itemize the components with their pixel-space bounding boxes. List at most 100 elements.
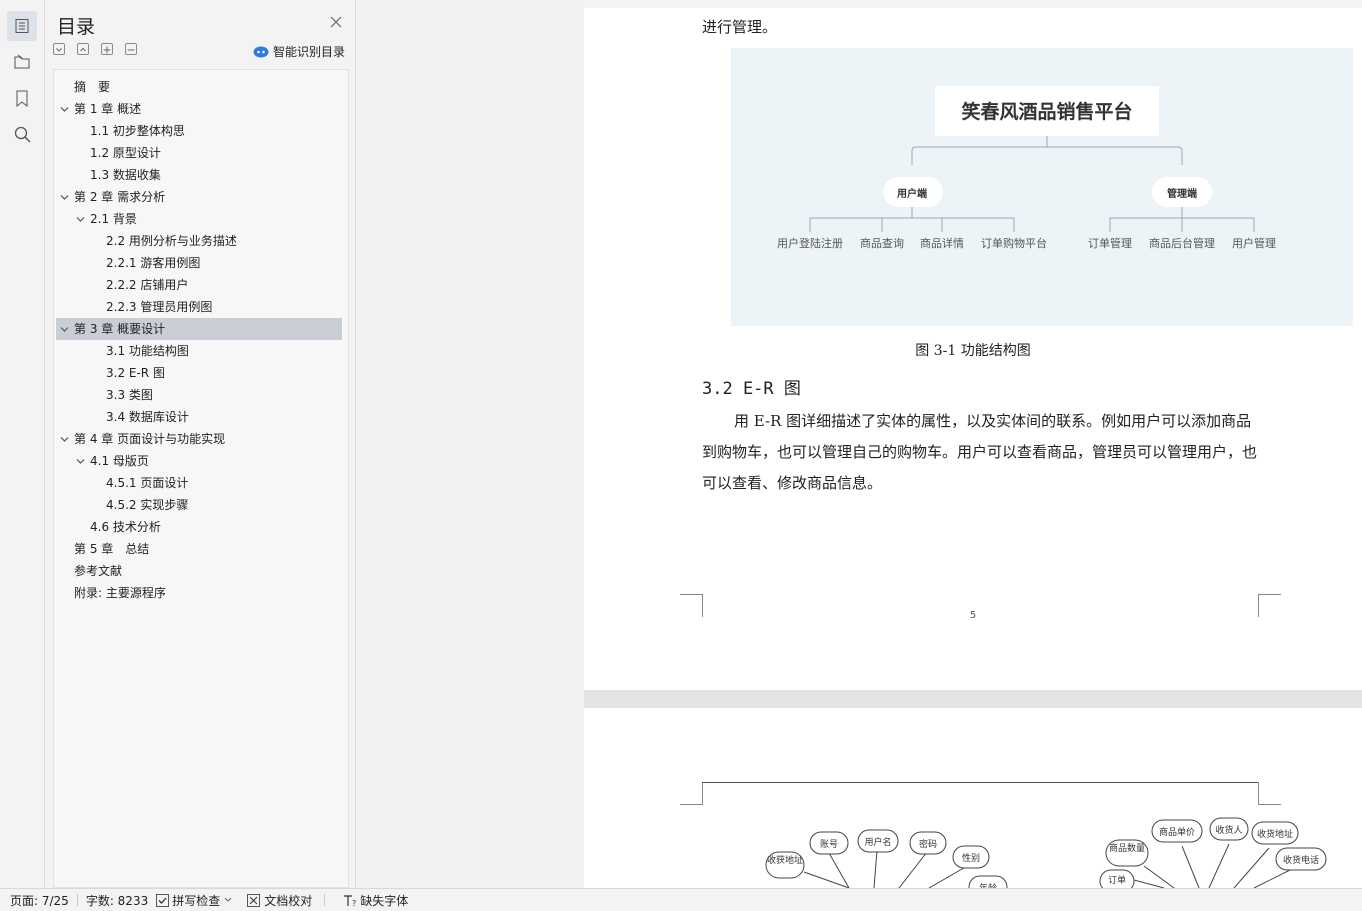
toc-entry[interactable]: 2.2 用例分析与业务描述 <box>56 230 342 252</box>
toc-entry[interactable]: 第 3 章 概要设计 <box>56 318 342 340</box>
toc-entry[interactable]: 参考文献 <box>56 560 342 582</box>
er-attribute-label: 密码 <box>919 838 937 850</box>
chevron-down-icon[interactable] <box>76 215 85 224</box>
toc-entry-label: 2.2.2 店铺用户 <box>106 278 189 292</box>
toc-entry-label: 第 4 章 页面设计与功能实现 <box>74 432 226 446</box>
toc-entry[interactable]: 4.5.1 页面设计 <box>56 472 342 494</box>
toc-entry-label: 1.3 数据收集 <box>90 168 161 182</box>
body-text-line: 进行管理。 <box>702 18 778 36</box>
toc-entry[interactable]: 摘 要 <box>56 76 342 98</box>
chevron-down-icon[interactable] <box>60 193 69 202</box>
er-attribute-label: 账号 <box>820 839 838 850</box>
figure-caption: 图 3-1 功能结构图 <box>915 343 1031 359</box>
spell-check-button[interactable]: 拼写检查 <box>156 892 233 909</box>
missing-font-button[interactable]: ? 缺失字体 <box>343 892 408 909</box>
toc-entry[interactable]: 第 1 章 概述 <box>56 98 342 120</box>
er-attribute-label: 订单 <box>1108 874 1126 886</box>
function-structure-figure: 笑春风酒品销售平台 用户端 管理端 用户登陆注册 商品查询 商品详情 订单购物平… <box>731 48 1353 326</box>
toc-entry[interactable]: 第 4 章 页面设计与功能实现 <box>56 428 342 450</box>
er-attribute-label: 收货电话 <box>1283 854 1319 866</box>
bookmark-button[interactable] <box>7 83 37 113</box>
er-attribute-label: 收货人 <box>1215 824 1242 836</box>
toc-entry-label: 3.3 类图 <box>106 388 153 402</box>
toc-entry[interactable]: 2.1 背景 <box>56 208 342 230</box>
toc-entry-label: 摘 要 <box>74 80 111 94</box>
add-entry-button[interactable] <box>101 43 113 55</box>
toc-entry-label: 4.5.1 页面设计 <box>106 476 189 490</box>
side-icon-rail <box>0 0 45 888</box>
toc-entry[interactable]: 第 2 章 需求分析 <box>56 186 342 208</box>
toc-entry-label: 2.2.1 游客用例图 <box>106 256 201 270</box>
toc-entry[interactable]: 附录: 主要源程序 <box>56 582 342 604</box>
search-button[interactable] <box>7 119 37 149</box>
toc-entry[interactable]: 2.2.1 游客用例图 <box>56 252 342 274</box>
er-attribute-label: 性别 <box>962 852 980 864</box>
toc-entry-label: 2.2 用例分析与业务描述 <box>106 234 237 248</box>
toc-entry[interactable]: 3.1 功能结构图 <box>56 340 342 362</box>
divider <box>324 894 326 906</box>
toc-entry[interactable]: 2.2.2 店铺用户 <box>56 274 342 296</box>
admin-leaf-label: 订单管理 <box>1088 236 1132 250</box>
chevron-down-icon[interactable] <box>60 105 69 114</box>
body-paragraph: 用 E-R 图详细描述了实体的属性，以及实体间的联系。例如用户可以添加商品到购物… <box>702 412 1258 492</box>
admin-leaf-label: 商品后台管理 <box>1149 236 1215 250</box>
toc-panel-button[interactable] <box>7 11 37 41</box>
chevron-down-icon <box>56 48 62 52</box>
toc-entry[interactable]: 4.5.2 实现步骤 <box>56 494 342 516</box>
admin-node-label: 管理端 <box>1167 187 1197 200</box>
page-number: 5 <box>969 610 977 621</box>
admin-leaf-label: 用户管理 <box>1232 236 1276 250</box>
expand-up-button[interactable] <box>77 43 89 55</box>
navigation-button[interactable] <box>7 47 37 77</box>
toc-entry[interactable]: 4.1 母版页 <box>56 450 342 472</box>
toc-panel: 目录 智能识别目录 摘 要第 1 章 概述 1.1 初步整体构思 1.2 原型设计 1… <box>45 0 356 888</box>
toc-entry-label: 1.1 初步整体构思 <box>90 124 185 138</box>
toc-entry-label: 第 1 章 概述 <box>74 102 142 116</box>
chevron-down-icon[interactable] <box>60 435 69 444</box>
toc-entry[interactable]: 1.1 初步整体构思 <box>56 120 342 142</box>
chevron-down-icon[interactable] <box>60 325 69 334</box>
root-node-label: 笑春风酒品销售平台 <box>961 100 1132 123</box>
toc-entry[interactable]: 4.6 技术分析 <box>56 516 342 538</box>
smart-toc-button[interactable]: 智能识别目录 <box>253 43 345 60</box>
proofread-button[interactable]: 文档校对 <box>247 892 312 909</box>
toc-entry[interactable]: 3.2 E-R 图 <box>56 362 342 384</box>
folder-tree-icon <box>14 54 30 69</box>
toc-entry-label: 4.6 技术分析 <box>90 520 161 534</box>
document-page: 进行管理。 笑春风酒品销售平台 用户端 管理端 用户登陆注册 商品查询 商品详情… <box>584 8 1362 690</box>
toc-entry-label: 4.5.2 实现步骤 <box>106 498 189 512</box>
toc-entry[interactable]: 3.4 数据库设计 <box>56 406 342 428</box>
toc-entry[interactable]: 3.3 类图 <box>56 384 342 406</box>
close-icon[interactable] <box>329 15 343 29</box>
chevron-down-icon[interactable] <box>76 457 85 466</box>
toc-entry-label: 3.4 数据库设计 <box>106 410 189 424</box>
chevron-up-icon <box>80 47 86 52</box>
user-node-label: 用户端 <box>896 187 927 200</box>
toc-list: 摘 要第 1 章 概述 1.1 初步整体构思 1.2 原型设计 1.3 数据收集第 2… <box>53 69 349 888</box>
remove-entry-button[interactable] <box>125 43 137 55</box>
toc-entry[interactable]: 2.2.3 管理员用例图 <box>56 296 342 318</box>
toc-entry[interactable]: 第 5 章 总结 <box>56 538 342 560</box>
search-icon <box>14 126 31 143</box>
document-page-next: 收获地址 账号 用户名 密码 性别 年龄 商品数量 商品单价 收货人 收货地址 … <box>584 708 1362 888</box>
checkbox-check-icon <box>156 893 170 907</box>
spell-check-label: 拼写检查 <box>172 893 221 908</box>
user-leaf-label: 订单购物平台 <box>981 236 1047 250</box>
word-count[interactable]: 字数: 8233 <box>86 892 148 909</box>
toc-entry[interactable]: 1.2 原型设计 <box>56 142 342 164</box>
er-attribute-label: 收获地址 <box>767 854 803 866</box>
toc-entry-label: 3.2 E-R 图 <box>106 366 165 380</box>
er-attribute-label: 商品单价 <box>1159 826 1195 838</box>
user-leaf-label: 商品详情 <box>920 236 964 250</box>
page-indicator[interactable]: 页面: 7/25 <box>10 892 69 909</box>
collapse-all-button[interactable] <box>53 43 65 55</box>
toc-entry-label: 2.2.3 管理员用例图 <box>106 300 213 314</box>
ai-cloud-icon <box>253 46 269 57</box>
font-question-icon: ? <box>344 894 357 907</box>
smart-toc-label: 智能识别目录 <box>273 45 346 59</box>
user-leaf-label: 商品查询 <box>860 236 904 250</box>
section-heading: 3.2 E-R 图 <box>702 379 801 399</box>
svg-text:?: ? <box>352 899 356 907</box>
toc-entry[interactable]: 1.3 数据收集 <box>56 164 342 186</box>
er-attribute-label: 用户名 <box>864 836 891 848</box>
